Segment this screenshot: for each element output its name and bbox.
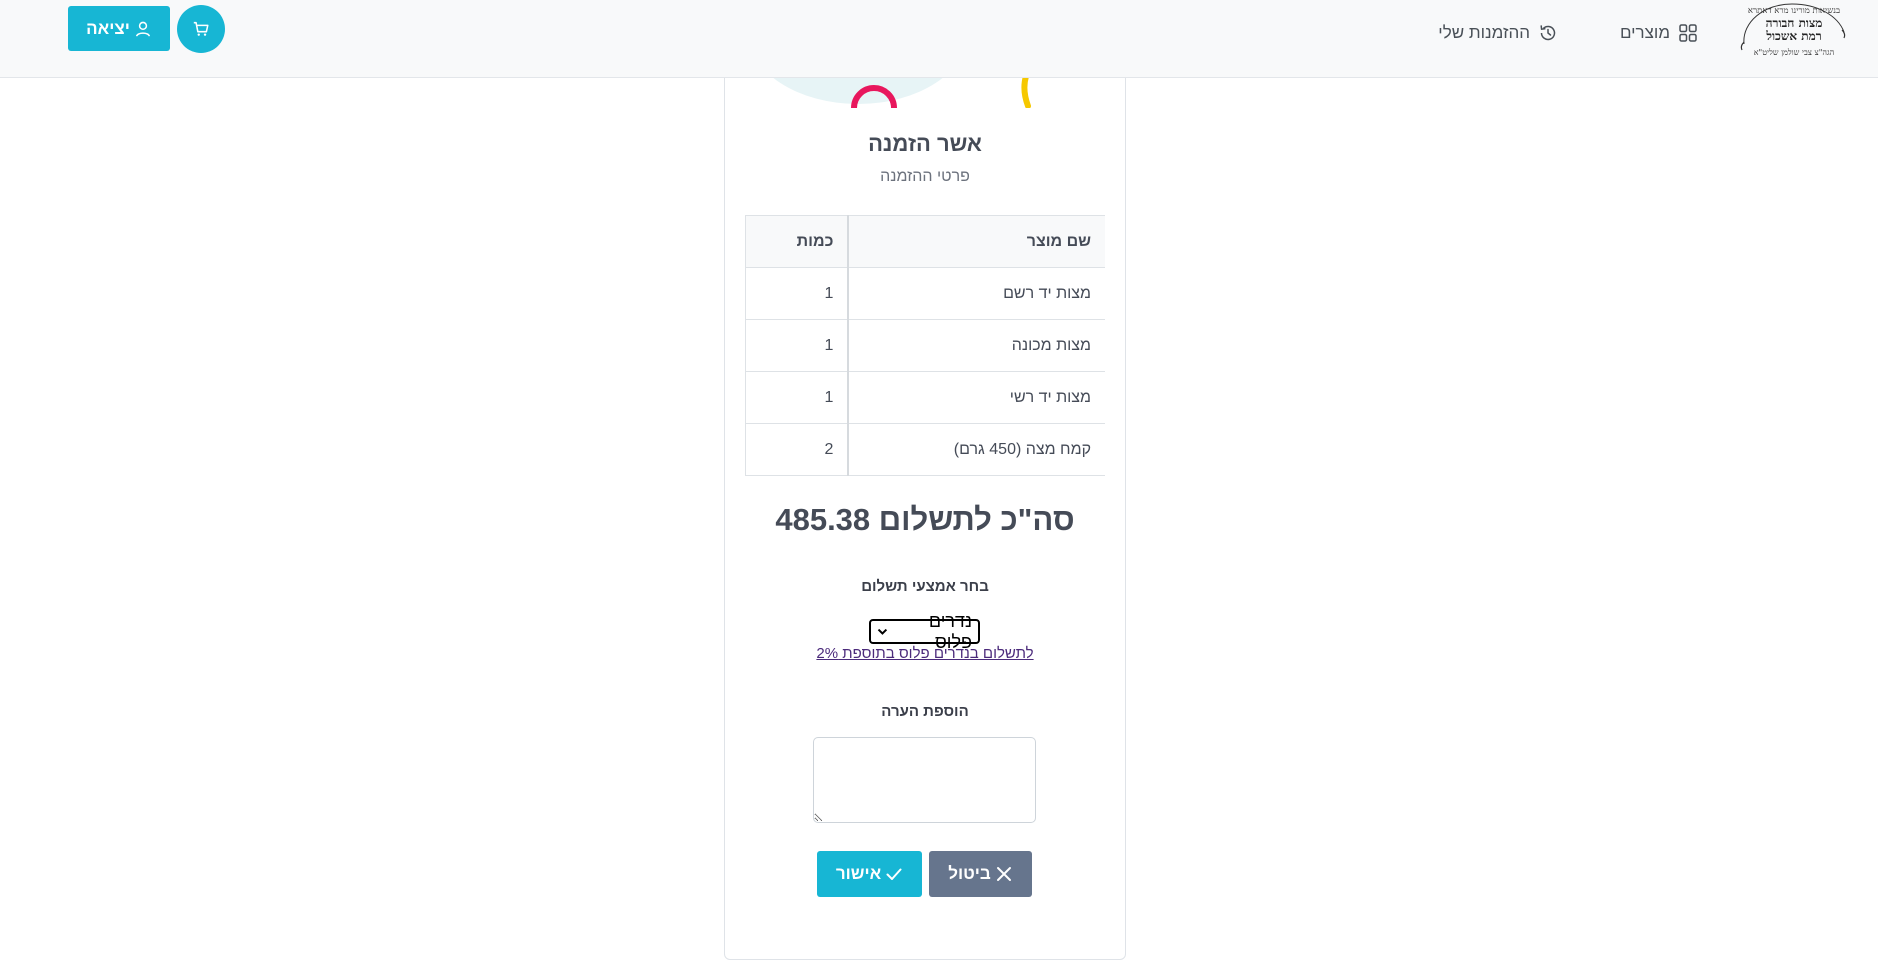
total-amount: 485.38 — [775, 502, 871, 537]
confirm-label: אישור — [835, 864, 882, 883]
logout-label: יציאה — [86, 18, 130, 38]
cancel-button[interactable]: ביטול — [929, 851, 1032, 897]
header-product-name: שם מוצר — [847, 215, 1105, 268]
grid-icon — [1679, 24, 1697, 42]
brand-logo[interactable]: בנשיאות מורינו מרא דאתרא מצות חבורה רמת … — [1734, 0, 1852, 68]
close-icon — [996, 867, 1011, 881]
check-icon — [886, 868, 902, 880]
logo-top-text: בנשיאות מורינו מרא דאתרא — [1748, 6, 1840, 16]
order-total: סה"כ לתשלום 485.38 — [724, 502, 1126, 538]
product-name-cell: מצות יד רשי — [847, 371, 1105, 424]
cart-icon — [193, 21, 209, 36]
table-row: קמח מצה (450 גרם) 2 — [745, 423, 1105, 476]
chevron-down-icon — [877, 628, 888, 635]
order-items-table: שם מוצר כמות מצות יד רשם 1 מצות מכונה 1 … — [745, 215, 1105, 476]
quantity-cell: 1 — [745, 267, 849, 320]
nav-products-label: מוצרים — [1619, 23, 1670, 42]
history-icon — [1540, 25, 1556, 41]
product-name-cell: קמח מצה (450 גרם) — [847, 423, 1105, 476]
product-name-cell: מצות מכונה — [847, 319, 1105, 372]
logo-line-1: מצות חבורה — [1766, 16, 1823, 30]
page-title: אשר הזמנה — [868, 131, 982, 156]
nav-my-orders-link[interactable]: ההזמנות שלי — [1438, 20, 1558, 46]
cancel-label: ביטול — [948, 864, 991, 883]
logo-emblem: בנשיאות מורינו מרא דאתרא מצות חבורה רמת … — [1740, 3, 1846, 57]
logo-bottom-text: הגה"צ צבי שולמן שליט"א — [1754, 48, 1835, 57]
logout-button[interactable]: יציאה — [68, 6, 170, 51]
table-header-row: שם מוצר כמות — [745, 215, 1105, 268]
page-subtitle: פרטי ההזמנה — [880, 168, 970, 185]
nav-products-link[interactable]: מוצרים — [1620, 20, 1698, 46]
quantity-cell: 1 — [745, 319, 849, 372]
table-row: מצות יד רשם 1 — [745, 267, 1105, 320]
payment-method-label: בחר אמצעי תשלום — [861, 578, 989, 595]
note-textarea[interactable] — [813, 737, 1036, 823]
user-icon — [135, 21, 150, 37]
note-label: הוספת הערה — [881, 703, 969, 720]
payment-method-select[interactable]: נדרים פלוס — [869, 611, 980, 652]
product-name-cell: מצות יד רשם — [847, 267, 1105, 320]
payment-surcharge-link[interactable]: לתשלום בנדרים פלוס בתוספת 2% — [724, 645, 1126, 662]
quantity-cell: 1 — [745, 371, 849, 424]
nav-my-orders-label: ההזמנות שלי — [1438, 23, 1530, 42]
top-navbar: בנשיאות מורינו מרא דאתרא מצות חבורה רמת … — [0, 0, 1878, 78]
cart-button[interactable] — [177, 5, 225, 53]
confirm-button[interactable]: אישור — [817, 851, 922, 897]
table-row: מצות מכונה 1 — [745, 319, 1105, 372]
total-label: סה"כ לתשלום — [878, 502, 1075, 537]
logo-line-2: רמת אשכול — [1765, 29, 1821, 43]
table-row: מצות יד רשי 1 — [745, 371, 1105, 424]
quantity-cell: 2 — [745, 423, 849, 476]
header-quantity: כמות — [745, 215, 849, 268]
